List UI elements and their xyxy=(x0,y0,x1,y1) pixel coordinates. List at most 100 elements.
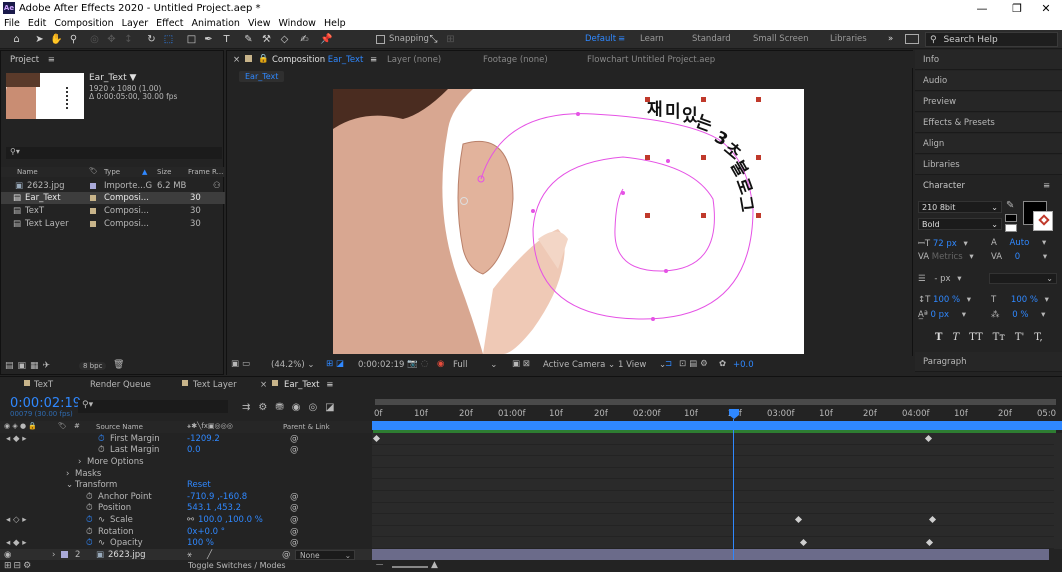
pickwhip-icon[interactable]: @ xyxy=(290,492,299,502)
pan-behind-tool-icon[interactable]: ⬚ xyxy=(162,33,175,46)
composition-canvas[interactable]: 재 미 있 는 3 초 불 로 그 xyxy=(333,89,804,354)
kerning-field[interactable]: VA Metrics ▾ xyxy=(918,252,974,262)
pickwhip-icon[interactable]: @ xyxy=(282,550,291,560)
bbox-handle[interactable] xyxy=(701,155,706,160)
zoom-slider[interactable] xyxy=(392,566,428,568)
transform-reset[interactable]: Reset xyxy=(187,480,211,490)
comp-tab[interactable]: Composition Ear_Text ≡ xyxy=(272,55,377,65)
rotate-tool-icon[interactable]: ↻ xyxy=(145,33,158,46)
magnification-dropdown[interactable]: (44.2%) ⌄ xyxy=(271,360,314,370)
info-panel-tab[interactable]: Info xyxy=(915,50,1062,70)
baseline-shift-field[interactable]: A̲ª 0 px ▾ xyxy=(918,310,966,320)
keyframe[interactable] xyxy=(925,539,934,547)
workspace-default[interactable]: Default xyxy=(585,34,616,44)
parent-dropdown[interactable]: None ⌄ xyxy=(295,549,355,560)
col-frame-rate[interactable]: Frame R... xyxy=(188,168,223,176)
av-switch-icons[interactable]: ◉ ◈ ● 🔒 xyxy=(4,422,37,430)
zoom-in-icon[interactable]: ▲ xyxy=(431,560,438,570)
panel-toggle-icon[interactable] xyxy=(905,34,919,44)
path-vertex[interactable] xyxy=(621,191,625,195)
bbox-handle[interactable] xyxy=(701,97,706,102)
path-vertex[interactable] xyxy=(664,269,668,273)
layer-tab[interactable]: Layer (none) xyxy=(387,55,441,65)
brush-tool-icon[interactable]: ✎ xyxy=(242,33,255,46)
menu-edit[interactable]: Edit xyxy=(28,18,46,29)
stroke-width-field[interactable]: ☰ - px ▾ xyxy=(918,274,962,284)
home-icon[interactable]: ⌂ xyxy=(10,33,23,46)
bpc-button[interactable]: 8 bpc xyxy=(79,362,107,370)
bbox-handle[interactable] xyxy=(645,155,650,160)
selection-tool-icon[interactable]: ➤ xyxy=(33,33,46,46)
font-family-dropdown[interactable]: 210 8bit ⌄ xyxy=(918,201,1002,213)
tab-ear-text[interactable]: Ear_Text ≡ xyxy=(284,380,333,390)
menu-help[interactable]: Help xyxy=(324,18,346,29)
type-tool-icon[interactable]: T xyxy=(220,33,233,46)
clone-stamp-icon[interactable]: ⚒ xyxy=(260,33,273,46)
keyframe[interactable] xyxy=(928,516,937,524)
graph-icon[interactable]: ∿ xyxy=(98,538,105,548)
stopwatch-icon[interactable]: ⏱ xyxy=(86,492,93,502)
layer-row-2623[interactable]: ◉ › 2 ▣ 2623.jpg ⚹ ╱ @ None ⌄ xyxy=(0,549,372,561)
project-item[interactable]: ▤ Text Layer Composi... 30 xyxy=(1,218,225,230)
menu-effect[interactable]: Effect xyxy=(156,18,183,29)
character-menu-icon[interactable]: ≡ xyxy=(1043,181,1050,191)
stopwatch-icon[interactable]: ⏱ xyxy=(98,434,105,444)
stopwatch-icon[interactable]: ⏱ xyxy=(98,445,105,455)
keyframe[interactable] xyxy=(799,539,808,547)
prop-row-more-options[interactable]: › More Options xyxy=(0,456,372,468)
label-col-icon[interactable]: 🏷 xyxy=(58,422,67,430)
tab-text[interactable]: TexT xyxy=(34,380,53,390)
effects-presets-panel-tab[interactable]: Effects & Presets xyxy=(915,113,1062,133)
fast-preview-icon[interactable]: ⊐ xyxy=(665,359,672,369)
collapse-arrow-icon[interactable]: ⌄ xyxy=(66,480,73,490)
lock-icon[interactable]: 🔒 xyxy=(258,54,269,64)
close-tab-icon[interactable]: × xyxy=(260,380,267,390)
quality-switch-icon[interactable]: ╱ xyxy=(207,550,212,560)
col-name[interactable]: Name xyxy=(17,168,38,176)
pickwhip-icon[interactable]: @ xyxy=(290,503,299,513)
comp-breadcrumb[interactable]: Ear_Text xyxy=(239,71,285,82)
bbox-handle[interactable] xyxy=(756,213,761,218)
roto-brush-icon[interactable]: ✍ xyxy=(298,33,311,46)
path-vertex[interactable] xyxy=(531,209,535,213)
expand-arrow-icon[interactable]: › xyxy=(78,457,81,467)
workspace-standard[interactable]: Standard xyxy=(692,34,731,44)
exposure-icon[interactable]: ✿ xyxy=(719,359,726,369)
stopwatch-icon[interactable]: ⏱ xyxy=(86,515,93,525)
keyframe[interactable] xyxy=(372,434,381,443)
menu-composition[interactable]: Composition xyxy=(54,18,113,29)
work-area-range[interactable] xyxy=(372,421,1062,430)
color-channel-icon[interactable]: ◉ xyxy=(437,359,444,369)
menu-view[interactable]: View xyxy=(248,18,271,29)
eraser-tool-icon[interactable]: ◇ xyxy=(278,33,291,46)
workspace-learn[interactable]: Learn xyxy=(640,34,664,44)
timeline-switch-icons[interactable]: ⇉⚙⛃◉◎◪ xyxy=(242,402,343,413)
tsume-field[interactable]: ⁂ 0 % ▾ xyxy=(991,310,1045,320)
menu-window[interactable]: Window xyxy=(278,18,315,29)
small-caps-button[interactable]: Tт xyxy=(993,332,1005,343)
snapping-checkbox[interactable] xyxy=(376,35,385,44)
flowchart-tab[interactable]: Flowchart Untitled Project.aep xyxy=(587,55,715,65)
hand-tool-icon[interactable]: ✋ xyxy=(50,33,63,46)
snap-grid-icon[interactable]: ⊞ xyxy=(444,33,457,46)
path-vertex[interactable] xyxy=(651,317,655,321)
footer-icons[interactable]: ⊞⊟⚙ xyxy=(4,561,33,571)
align-panel-tab[interactable]: Align xyxy=(915,134,1062,154)
dolly-tool-icon[interactable]: ↕ xyxy=(122,33,135,46)
layer-bar-2623[interactable] xyxy=(372,549,1049,560)
orbit-tool-icon[interactable]: ◎ xyxy=(88,33,101,46)
black-swatch[interactable] xyxy=(1005,214,1017,222)
shy-switch-icon[interactable]: ⚹ xyxy=(187,550,192,560)
font-size-field[interactable]: ꟷT 72 px ▾ xyxy=(918,238,968,249)
source-name-col[interactable]: Source Name xyxy=(96,423,143,431)
pickwhip-icon[interactable]: @ xyxy=(290,434,299,444)
keyframe[interactable] xyxy=(794,516,803,524)
paragraph-panel-tab[interactable]: Paragraph xyxy=(915,352,1062,372)
bbox-handle[interactable] xyxy=(645,213,650,218)
close-tab-icon[interactable]: × xyxy=(233,55,240,65)
pickwhip-icon[interactable]: @ xyxy=(290,538,299,548)
preview-panel-tab[interactable]: Preview xyxy=(915,92,1062,112)
workspace-small-screen[interactable]: Small Screen xyxy=(753,34,809,44)
pickwhip-icon[interactable]: @ xyxy=(290,445,299,455)
workspace-menu-icon[interactable]: ≡ xyxy=(618,34,625,44)
